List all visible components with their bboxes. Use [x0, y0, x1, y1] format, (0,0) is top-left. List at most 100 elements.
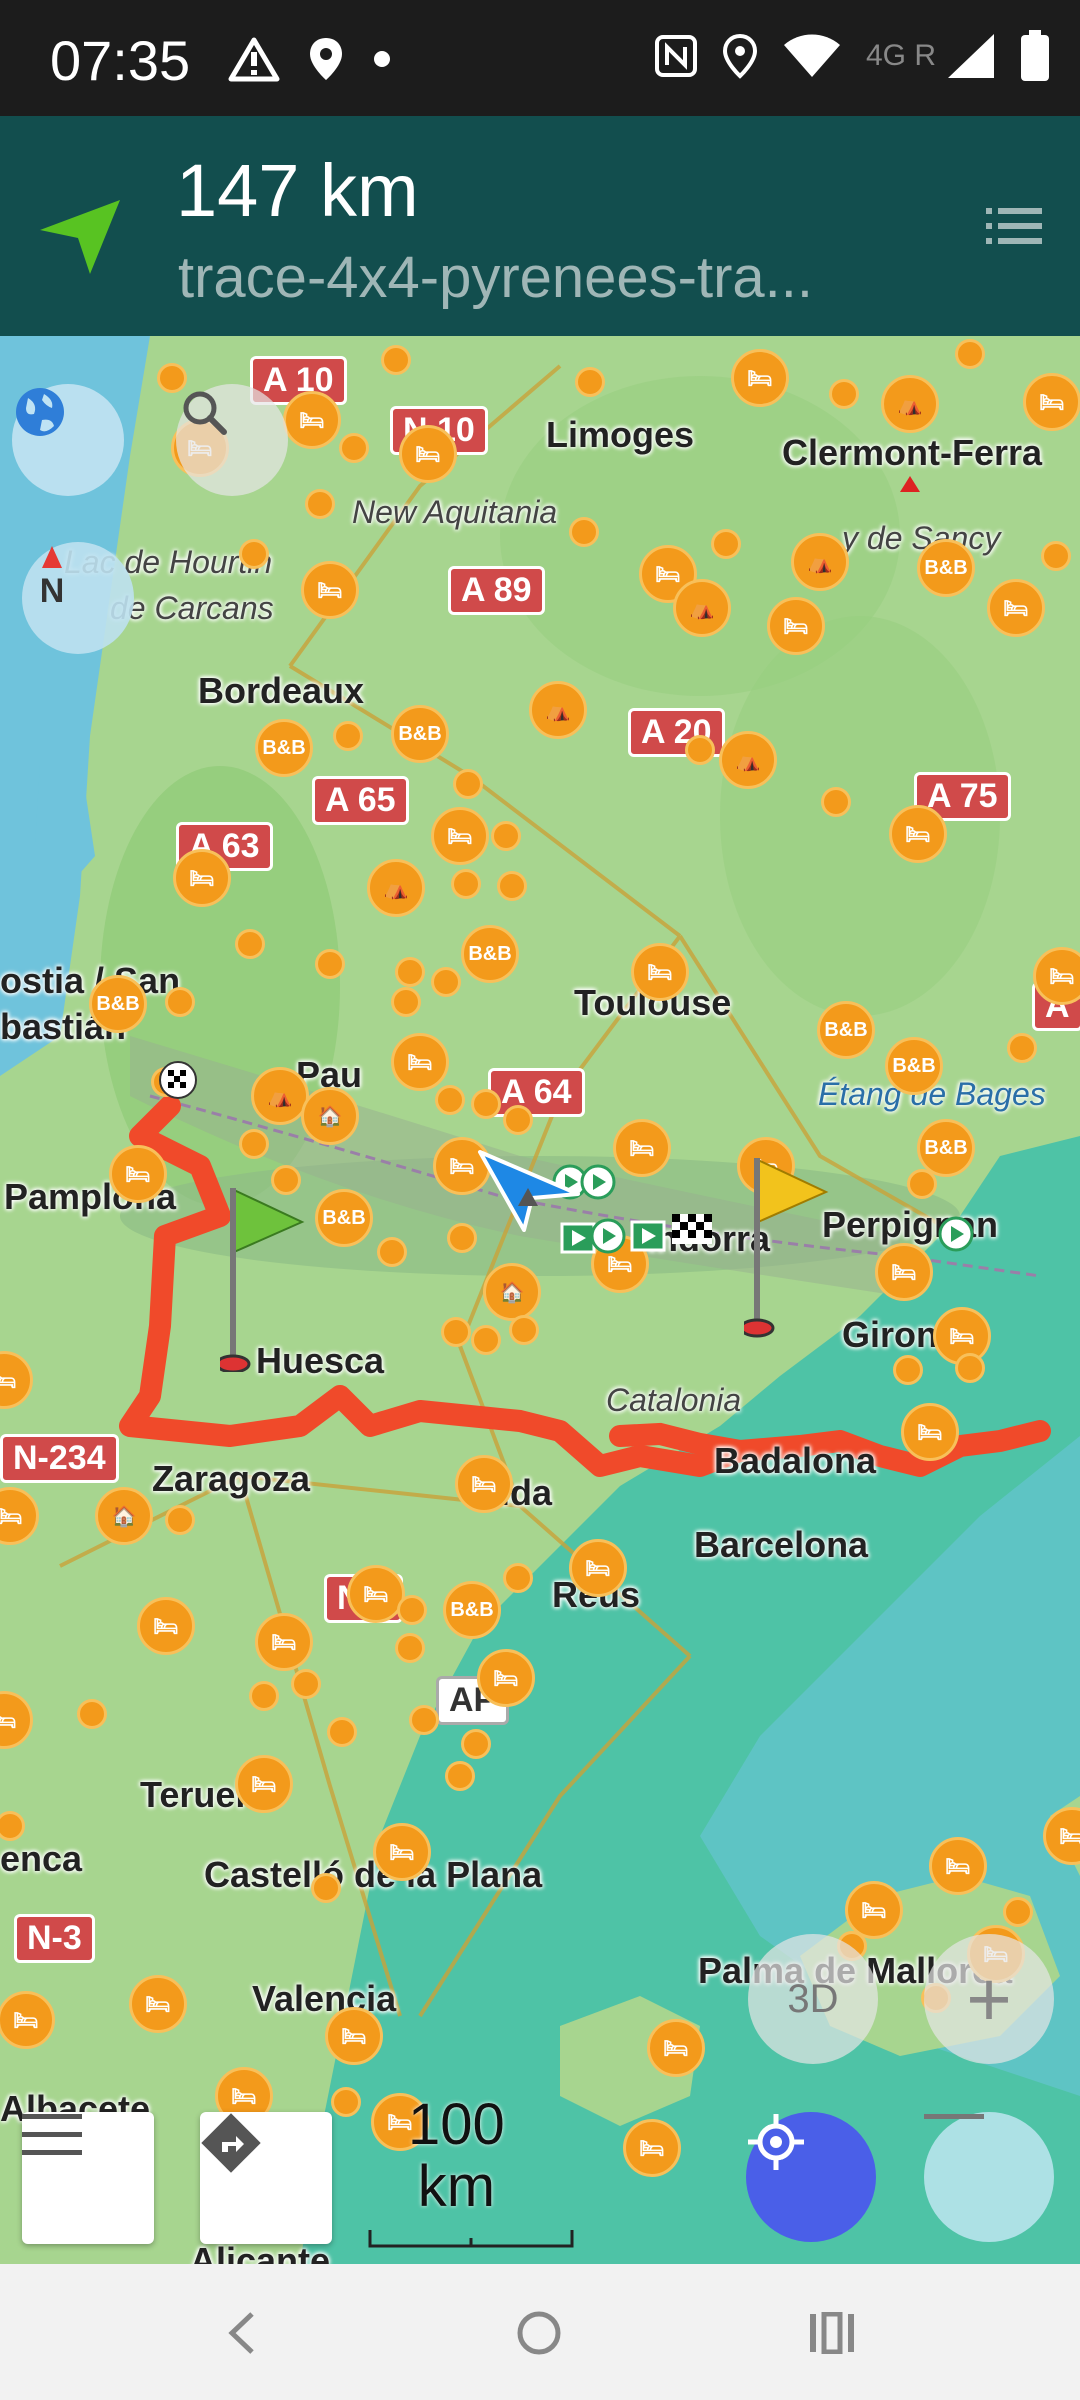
poi-dot[interactable] — [165, 987, 195, 1017]
poi-dot[interactable] — [239, 1129, 269, 1159]
poi-dot[interactable] — [391, 987, 421, 1017]
poi-dot[interactable] — [893, 1355, 923, 1385]
zoom-out-button[interactable] — [924, 2112, 1054, 2242]
poi-dot[interactable] — [327, 1717, 357, 1747]
hotel-poi[interactable]: 🛏 — [173, 849, 231, 907]
hotel-poi[interactable]: 🛏 — [647, 2019, 705, 2077]
poi-dot[interactable] — [331, 2087, 361, 2117]
bnb-poi[interactable]: B&B — [391, 705, 449, 763]
bnb-poi[interactable]: B&B — [885, 1037, 943, 1095]
bnb-poi[interactable]: B&B — [461, 925, 519, 983]
poi-dot[interactable] — [453, 769, 483, 799]
poi-dot[interactable] — [377, 1237, 407, 1267]
main-menu-button[interactable] — [22, 2112, 154, 2244]
poi-dot[interactable] — [395, 1633, 425, 1663]
poi-dot[interactable] — [955, 1353, 985, 1383]
poi-dot[interactable] — [397, 1595, 427, 1625]
hotel-poi[interactable]: 🛏 — [477, 1649, 535, 1707]
list-icon[interactable] — [986, 206, 1042, 246]
hotel-poi[interactable]: 🛏 — [325, 2007, 383, 2065]
campsite-poi[interactable]: ⛺ — [881, 375, 939, 433]
hotel-poi[interactable]: 🛏 — [283, 391, 341, 449]
hotel-poi[interactable]: 🛏 — [889, 805, 947, 863]
my-location-button[interactable] — [746, 2112, 876, 2242]
poi-dot[interactable] — [569, 517, 599, 547]
poi-dot[interactable] — [509, 1315, 539, 1345]
poi-dot[interactable] — [503, 1563, 533, 1593]
poi-dot[interactable] — [829, 379, 859, 409]
hotel-poi[interactable]: 🛏 — [731, 349, 789, 407]
hotel-poi[interactable]: 🛏 — [235, 1755, 293, 1813]
bnb-poi[interactable]: B&B — [817, 1001, 875, 1059]
hostel-poi[interactable]: 🏠 — [483, 1263, 541, 1321]
poi-dot[interactable] — [907, 1169, 937, 1199]
play-marker-icon[interactable] — [938, 1216, 974, 1252]
recents-icon[interactable] — [808, 2312, 856, 2354]
hotel-poi[interactable]: 🛏 — [569, 1539, 627, 1597]
poi-dot[interactable] — [333, 721, 363, 751]
hotel-poi[interactable]: 🛏 — [767, 597, 825, 655]
hostel-poi[interactable]: 🏠 — [301, 1087, 359, 1145]
hotel-poi[interactable]: 🛏 — [1023, 373, 1080, 431]
campsite-poi[interactable]: ⛺ — [529, 681, 587, 739]
search-button[interactable] — [176, 384, 288, 496]
poi-dot[interactable] — [339, 433, 369, 463]
directions-button[interactable] — [200, 2112, 332, 2244]
hotel-poi[interactable]: 🛏 — [875, 1243, 933, 1301]
hotel-poi[interactable]: 🛏 — [901, 1403, 959, 1461]
poi-dot[interactable] — [451, 869, 481, 899]
poi-dot[interactable] — [685, 735, 715, 765]
hotel-poi[interactable]: 🛏 — [129, 1975, 187, 2033]
hotel-poi[interactable]: 🛏 — [109, 1145, 167, 1203]
poi-dot[interactable] — [955, 339, 985, 369]
start-flag-icon[interactable] — [220, 1182, 310, 1372]
poi-dot[interactable] — [409, 1705, 439, 1735]
poi-dot[interactable] — [491, 821, 521, 851]
finish-flag-icon[interactable] — [744, 1152, 834, 1342]
hotel-poi[interactable]: 🛏 — [431, 807, 489, 865]
poi-dot[interactable] — [291, 1669, 321, 1699]
compass-button[interactable]: N — [22, 542, 134, 654]
layers-button[interactable] — [12, 384, 124, 496]
poi-dot[interactable] — [445, 1761, 475, 1791]
hostel-poi[interactable]: 🏠 — [95, 1487, 153, 1545]
poi-dot[interactable] — [497, 871, 527, 901]
hotel-poi[interactable]: 🛏 — [347, 1565, 405, 1623]
poi-dot[interactable] — [315, 949, 345, 979]
hotel-poi[interactable]: 🛏 — [391, 1033, 449, 1091]
hotel-poi[interactable]: 🛏 — [455, 1455, 513, 1513]
map-view[interactable]: Limoges Clermont-Ferra Bordeaux Toulouse… — [0, 336, 1080, 2264]
campsite-poi[interactable]: ⛺ — [719, 731, 777, 789]
hotel-poi[interactable]: 🛏 — [613, 1119, 671, 1177]
campsite-poi[interactable]: ⛺ — [673, 579, 731, 637]
home-icon[interactable] — [516, 2310, 562, 2356]
poi-dot[interactable] — [441, 1317, 471, 1347]
3d-button[interactable]: 3D — [748, 1934, 878, 2064]
poi-dot[interactable] — [503, 1105, 533, 1135]
poi-dot[interactable] — [1007, 1033, 1037, 1063]
hotel-poi[interactable]: 🛏 — [373, 1823, 431, 1881]
poi-dot[interactable] — [431, 967, 461, 997]
bnb-poi[interactable]: B&B — [917, 1119, 975, 1177]
poi-dot[interactable] — [1041, 541, 1071, 571]
poi-dot[interactable] — [1003, 1897, 1033, 1927]
poi-dot[interactable] — [165, 1505, 195, 1535]
hotel-poi[interactable]: 🛏 — [987, 579, 1045, 637]
zoom-in-button[interactable]: + — [924, 1934, 1054, 2064]
poi-dot[interactable] — [381, 345, 411, 375]
poi-dot[interactable] — [821, 787, 851, 817]
poi-dot[interactable] — [77, 1699, 107, 1729]
hotel-poi[interactable]: 🛏 — [137, 1597, 195, 1655]
route-header[interactable]: 147 km trace-4x4-pyrenees-tra... — [0, 116, 1080, 336]
poi-dot[interactable] — [235, 929, 265, 959]
poi-dot[interactable] — [711, 529, 741, 559]
bnb-poi[interactable]: B&B — [255, 719, 313, 777]
bnb-poi[interactable]: B&B — [315, 1189, 373, 1247]
hotel-poi[interactable]: 🛏 — [301, 561, 359, 619]
hotel-poi[interactable]: 🛏 — [255, 1613, 313, 1671]
campsite-poi[interactable]: ⛺ — [367, 859, 425, 917]
poi-dot[interactable] — [471, 1325, 501, 1355]
hotel-poi[interactable]: 🛏 — [399, 425, 457, 483]
checkered-waypoint-icon[interactable] — [672, 1214, 712, 1244]
poi-dot[interactable] — [447, 1223, 477, 1253]
